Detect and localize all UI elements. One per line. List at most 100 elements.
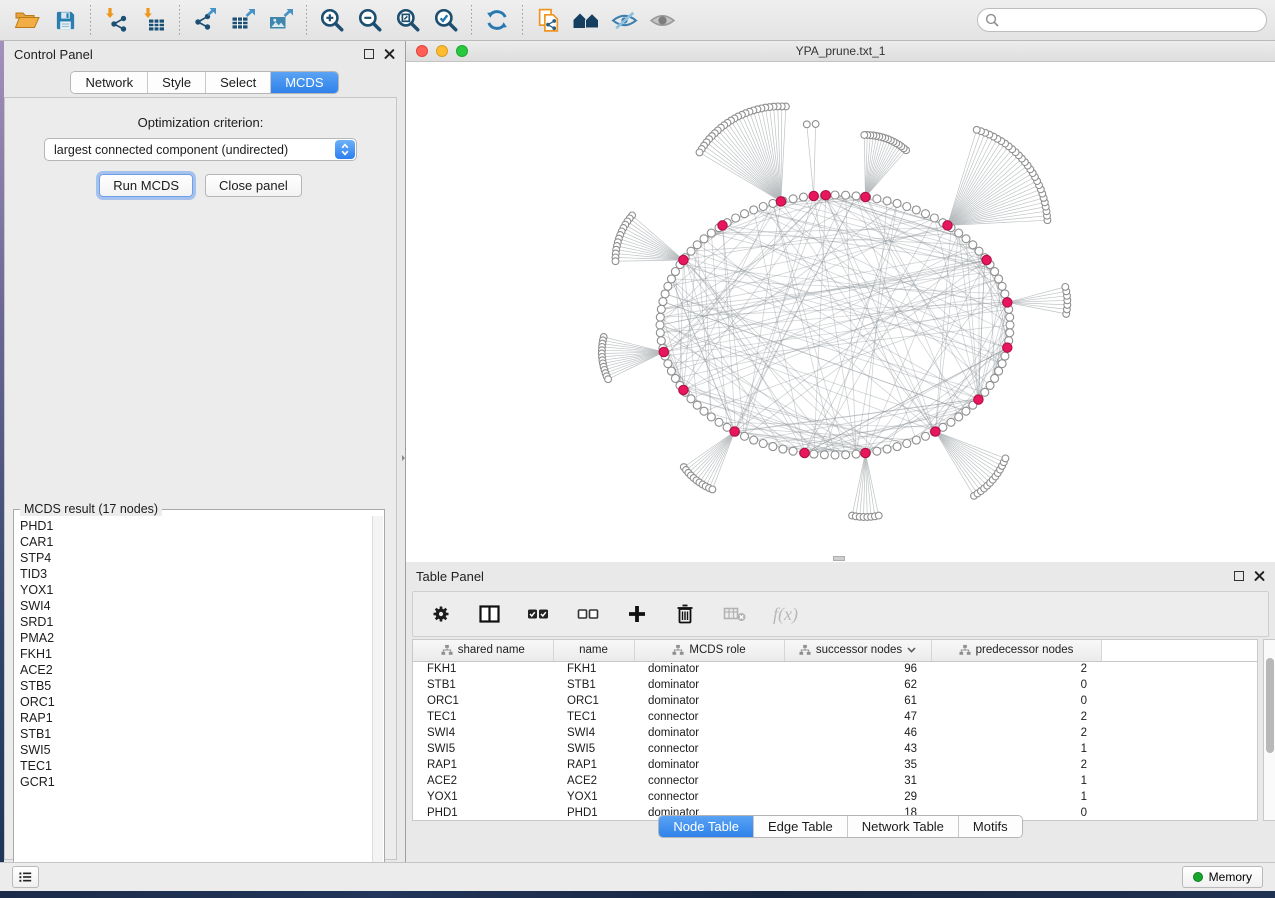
graph-node[interactable] — [893, 199, 901, 207]
graph-node[interactable] — [842, 191, 850, 199]
graph-node[interactable] — [875, 512, 882, 519]
save-button[interactable] — [46, 3, 84, 37]
graph-hub-node[interactable] — [943, 221, 952, 230]
close-panel-button[interactable]: Close panel — [205, 174, 302, 197]
table-cell[interactable]: connector — [634, 709, 784, 725]
graph-node[interactable] — [1062, 284, 1069, 291]
graph-node[interactable] — [873, 195, 881, 203]
table-cell[interactable]: SWI4 — [413, 725, 553, 741]
mcds-result-item[interactable]: TEC1 — [20, 758, 370, 774]
graph-node[interactable] — [912, 436, 920, 444]
graph-node[interactable] — [1006, 313, 1014, 321]
tab-edge-table[interactable]: Edge Table — [753, 816, 847, 837]
graph-hub-node[interactable] — [974, 395, 983, 404]
close-panel-icon[interactable] — [384, 49, 395, 60]
graph-hub-node[interactable] — [659, 347, 668, 356]
open-button[interactable] — [8, 3, 46, 37]
scrollbar-thumb[interactable] — [1266, 658, 1274, 753]
tab-node-table[interactable]: Node Table — [659, 816, 753, 837]
table-cell[interactable]: 46 — [784, 725, 931, 741]
table-row[interactable]: TEC1TEC1connector472 — [413, 709, 1258, 725]
column-header-name[interactable]: name — [553, 640, 634, 661]
tab-mcds[interactable]: MCDS — [270, 72, 337, 93]
graph-node[interactable] — [1002, 455, 1009, 462]
mcds-result-item[interactable]: YOX1 — [20, 582, 370, 598]
graph-node[interactable] — [995, 275, 1003, 283]
table-row[interactable]: ORC1ORC1dominator610 — [413, 693, 1258, 709]
graph-hub-node[interactable] — [1003, 343, 1012, 352]
mcds-result-item[interactable]: TID3 — [20, 566, 370, 582]
table-cell[interactable]: 43 — [784, 741, 931, 757]
graph-node[interactable] — [995, 367, 1003, 375]
table-cell[interactable]: TEC1 — [413, 709, 553, 725]
graph-node[interactable] — [664, 282, 672, 290]
graph-node[interactable] — [693, 401, 701, 409]
graph-hub-node[interactable] — [800, 448, 809, 457]
table-cell[interactable]: 35 — [784, 757, 931, 773]
graph-node[interactable] — [852, 450, 860, 458]
refresh-button[interactable] — [478, 3, 516, 37]
graph-node[interactable] — [883, 197, 891, 205]
table-cell[interactable]: dominator — [634, 725, 784, 741]
unselect-all-button[interactable] — [575, 597, 601, 631]
graph-node[interactable] — [981, 388, 989, 396]
graph-node[interactable] — [922, 432, 930, 440]
first-neighbors-button[interactable] — [567, 3, 605, 37]
graph-node[interactable] — [769, 199, 777, 207]
graph-node[interactable] — [831, 191, 839, 199]
mcds-result-item[interactable]: ACE2 — [20, 662, 370, 678]
mcds-result-item[interactable]: RAP1 — [20, 710, 370, 726]
graph-node[interactable] — [659, 298, 667, 306]
table-row[interactable]: ACE2ACE2connector311 — [413, 773, 1258, 789]
export-table-button[interactable] — [224, 3, 262, 37]
graph-node[interactable] — [759, 440, 767, 448]
mcds-result-item[interactable]: SWI5 — [20, 742, 370, 758]
graph-node[interactable] — [812, 121, 819, 128]
memory-button[interactable]: Memory — [1182, 866, 1263, 888]
table-row[interactable]: SWI4SWI4dominator462 — [413, 725, 1258, 741]
graph-node[interactable] — [969, 241, 977, 249]
network-window-titlebar[interactable]: YPA_prune.txt_1 — [406, 41, 1275, 62]
show-all-button[interactable] — [643, 3, 681, 37]
table-settings-button[interactable] — [429, 597, 453, 631]
table-cell[interactable]: dominator — [634, 677, 784, 693]
graph-node[interactable] — [998, 360, 1006, 368]
graph-hub-node[interactable] — [679, 255, 688, 264]
mcds-result-list[interactable]: PHD1CAR1STP4TID3YOX1SWI4SRD1PMA2FKH1ACE2… — [20, 518, 370, 875]
graph-node[interactable] — [656, 313, 664, 321]
graph-node[interactable] — [962, 235, 970, 243]
table-cell[interactable]: 29 — [784, 789, 931, 805]
task-history-button[interactable] — [12, 866, 39, 888]
graph-node[interactable] — [1001, 352, 1009, 360]
graph-node[interactable] — [975, 247, 983, 255]
column-header-predecessor-nodes[interactable]: predecessor nodes — [931, 640, 1101, 661]
table-cell[interactable]: 2 — [931, 757, 1101, 773]
table-cell[interactable]: RAP1 — [553, 757, 634, 773]
hide-selected-button[interactable] — [605, 3, 643, 37]
add-row-button[interactable] — [625, 597, 649, 631]
graph-hub-node[interactable] — [821, 191, 830, 200]
graph-hub-node[interactable] — [718, 221, 727, 230]
graph-node[interactable] — [759, 203, 767, 211]
table-cell[interactable]: 1 — [931, 789, 1101, 805]
graph-hub-node[interactable] — [1003, 298, 1012, 307]
table-cell[interactable]: 2 — [931, 709, 1101, 725]
table-row[interactable]: FKH1FKH1dominator962 — [413, 661, 1258, 677]
graph-node[interactable] — [998, 282, 1006, 290]
table-cell[interactable]: 61 — [784, 693, 931, 709]
graph-node[interactable] — [912, 206, 920, 214]
graph-node[interactable] — [962, 407, 970, 415]
close-panel-icon[interactable] — [1254, 571, 1265, 582]
table-cell[interactable]: 96 — [784, 661, 931, 677]
mcds-result-item[interactable]: GCR1 — [20, 774, 370, 790]
graph-node[interactable] — [709, 486, 716, 493]
result-scrollbar[interactable] — [372, 516, 383, 879]
mcds-result-item[interactable]: ORC1 — [20, 694, 370, 710]
graph-node[interactable] — [769, 443, 777, 451]
table-cell[interactable]: dominator — [634, 661, 784, 677]
graph-node[interactable] — [893, 443, 901, 451]
graph-node[interactable] — [873, 447, 881, 455]
table-cell[interactable]: connector — [634, 741, 784, 757]
zoom-fit-button[interactable] — [389, 3, 427, 37]
mcds-result-item[interactable]: STB1 — [20, 726, 370, 742]
